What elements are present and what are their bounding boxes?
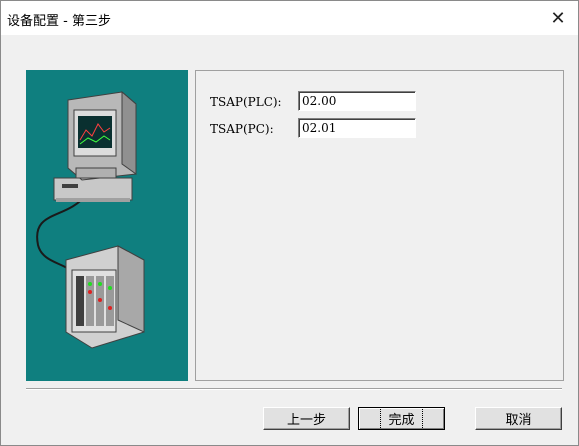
tsap-plc-row: TSAP(PLC): (210, 91, 296, 113)
tsap-plc-label: TSAP(PLC): (210, 95, 282, 109)
settings-panel: TSAP(PLC): TSAP(PC): (195, 70, 564, 381)
close-button[interactable]: ✕ (538, 1, 578, 35)
back-button-label: 上一步 (286, 413, 326, 428)
tsap-pc-label: TSAP(PC): (210, 122, 274, 136)
illustration-graphic (36, 90, 145, 349)
back-button[interactable]: 上一步 (263, 407, 350, 430)
plc-rack-icon (65, 245, 145, 349)
title-bar: 设备配置 - 第三步 ✕ (1, 1, 578, 35)
tsap-plc-input[interactable] (298, 91, 416, 111)
cancel-button[interactable]: 取消 (475, 407, 562, 430)
footer-divider-highlight (26, 389, 562, 390)
tsap-pc-input[interactable] (298, 118, 416, 138)
wizard-illustration (26, 70, 188, 381)
cancel-button-label: 取消 (505, 413, 532, 428)
finish-button-label: 完成 (380, 407, 423, 430)
window-title: 设备配置 - 第三步 (7, 14, 111, 29)
computer-icon (53, 90, 137, 202)
close-icon: ✕ (550, 7, 566, 29)
finish-button[interactable]: 完成 (358, 407, 445, 430)
tsap-pc-row: TSAP(PC): (210, 118, 296, 140)
dialog-window: 设备配置 - 第三步 ✕ TSAP(PLC): 02.00 TSAP(PC): … (0, 0, 579, 446)
